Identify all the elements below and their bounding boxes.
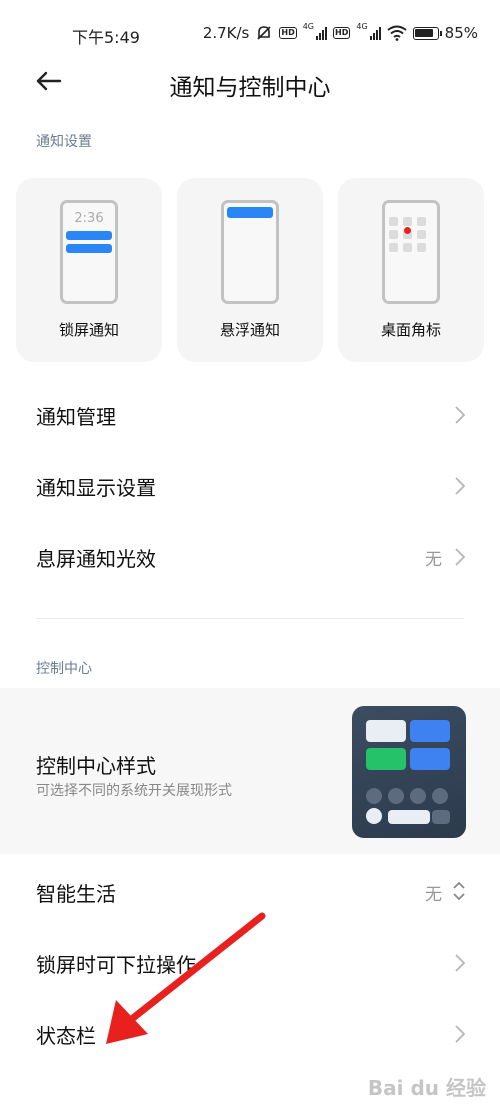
row-title: 息屏通知光效 [36, 547, 156, 571]
card-label: 锁屏通知 [58, 321, 119, 339]
page-title: 通知与控制中心 [169, 75, 331, 101]
row-title: 控制中心样式 [36, 754, 156, 778]
app-grid [389, 217, 433, 252]
section-label-notification: 通知设置 [36, 134, 92, 150]
chevron-right-icon [455, 1025, 466, 1043]
phone-illustration: 2:36 [60, 200, 118, 304]
hd-badge-1: HD [279, 27, 297, 39]
row-notification-management[interactable]: 通知管理 [0, 381, 500, 449]
card-badge[interactable]: 桌面角标 [338, 178, 484, 362]
row-status-bar[interactable]: 状态栏 [0, 1000, 500, 1068]
battery-level: 85% [444, 24, 478, 42]
row-control-center-style[interactable]: 控制中心样式 可选择不同的系统开关展现形式 [0, 688, 500, 854]
row-notification-display[interactable]: 通知显示设置 [0, 452, 500, 520]
chevron-right-icon [455, 477, 466, 495]
card-lockscreen-notification[interactable]: 2:36 锁屏通知 [16, 178, 162, 362]
notification-bar [66, 244, 112, 253]
control-center-preview [352, 706, 466, 838]
wifi-icon [387, 25, 407, 41]
signal-icon [316, 26, 328, 40]
row-value: 无 [425, 550, 442, 570]
row-title: 状态栏 [36, 1024, 96, 1048]
phone-illustration [382, 200, 440, 304]
status-time: 下午5:49 [72, 28, 140, 47]
card-label: 悬浮通知 [219, 321, 280, 339]
chevron-right-icon [455, 406, 466, 424]
watermark: Bai du 经验 [367, 1076, 486, 1100]
row-title: 通知管理 [36, 405, 116, 429]
section-label-control-center: 控制中心 [36, 661, 92, 677]
chevron-right-icon [455, 548, 466, 566]
phone-illustration [221, 200, 279, 304]
row-subtitle: 可选择不同的系统开关展现形式 [36, 783, 232, 799]
row-screen-off-light[interactable]: 息屏通知光效 无 [0, 523, 500, 591]
chevron-up-down-icon [453, 881, 465, 901]
floating-banner [227, 207, 273, 218]
hd-badge-2: HD [333, 27, 351, 39]
card-floating-notification[interactable]: 悬浮通知 [177, 178, 323, 362]
row-title: 智能生活 [36, 882, 116, 906]
network-speed: 2.7K/s [202, 24, 250, 42]
notification-bar [66, 231, 112, 240]
status-bar: 下午5:49 2.7K/s HD 4G HD 4G 85% [0, 0, 500, 62]
row-value: 无 [425, 885, 442, 905]
header: 通知与控制中心 [0, 60, 500, 104]
section-divider [36, 618, 464, 619]
status-icons: 2.7K/s HD 4G HD 4G 85% [202, 22, 478, 42]
row-title: 通知显示设置 [36, 476, 156, 500]
network-type-2: 4G [356, 22, 368, 31]
chevron-right-icon [455, 954, 466, 972]
battery-icon [412, 26, 442, 40]
row-smart-life[interactable]: 智能生活 无 [0, 858, 500, 926]
card-label: 桌面角标 [380, 321, 441, 339]
network-type-1: 4G [302, 22, 315, 31]
signal-icon-2 [369, 26, 381, 40]
row-title: 锁屏时可下拉操作 [36, 953, 196, 977]
clock-text: 2:36 [74, 211, 104, 226]
row-lockscreen-pulldown[interactable]: 锁屏时可下拉操作 [0, 929, 500, 997]
mute-bell-icon [257, 26, 271, 40]
badge-dot [404, 227, 411, 234]
